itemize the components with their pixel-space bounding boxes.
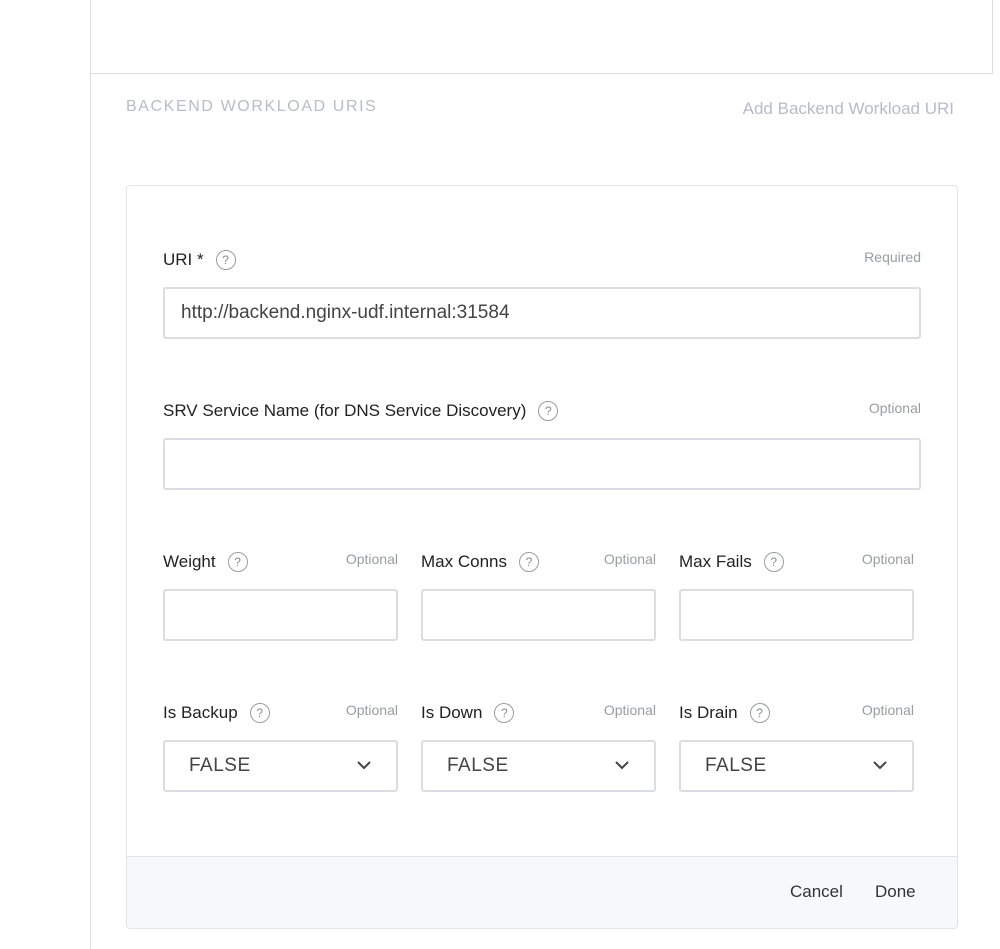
srv-service-name-input[interactable] [163,438,921,490]
add-backend-workload-uri-link[interactable]: Add Backend Workload URI [743,99,954,119]
is-drain-help-icon[interactable]: ? [749,703,770,723]
is-backup-help-icon[interactable]: ? [249,703,270,723]
is-backup-field: Is Backup? Optional FALSE [163,702,398,795]
is-drain-field: Is Drain? Optional FALSE [679,702,914,795]
srv-service-name-field: SRV Service Name (for DNS Service Discov… [163,400,921,493]
is-backup-label: Is Backup [163,703,238,722]
uri-required-hint: Required [864,249,921,265]
uri-field: URI *? Required http://backend.nginx-udf… [163,249,921,342]
is-down-select[interactable]: FALSE [421,740,656,792]
weight-label: Weight [163,552,216,571]
workload-uri-card: URI *? Required http://backend.nginx-udf… [126,185,958,929]
done-button[interactable]: Done [875,882,916,902]
srv-service-name-label: SRV Service Name (for DNS Service Discov… [163,401,527,420]
cancel-button[interactable]: Cancel [790,882,843,902]
chevron-down-icon [357,761,371,770]
max-fails-optional-hint: Optional [861,551,914,567]
card-footer: Cancel Done [127,856,957,928]
weight-optional-hint: Optional [345,551,398,567]
uri-help-icon[interactable]: ? [215,250,236,270]
panel-right-border [992,0,993,73]
weight-field: Weight? Optional [163,551,398,644]
max-conns-input[interactable] [421,589,656,641]
max-conns-field: Max Conns? Optional [421,551,656,644]
is-down-field: Is Down? Optional FALSE [421,702,656,795]
max-fails-label: Max Fails [679,552,752,571]
uri-input[interactable]: http://backend.nginx-udf.internal:31584 [163,287,921,339]
srv-help-icon[interactable]: ? [538,401,559,421]
is-backup-value: FALSE [189,755,251,776]
is-drain-select[interactable]: FALSE [679,740,914,792]
srv-optional-hint: Optional [868,400,921,416]
is-drain-value: FALSE [705,755,767,776]
weight-input[interactable] [163,589,398,641]
max-fails-field: Max Fails? Optional [679,551,914,644]
max-conns-help-icon[interactable]: ? [518,552,539,572]
section-title: BACKEND WORKLOAD URIS [126,98,378,115]
is-down-help-icon[interactable]: ? [494,703,515,723]
is-backup-select[interactable]: FALSE [163,740,398,792]
max-fails-help-icon[interactable]: ? [763,552,784,572]
panel-left-border [90,0,91,949]
section-divider [90,73,993,74]
is-backup-optional-hint: Optional [345,702,398,718]
weight-help-icon[interactable]: ? [227,552,248,572]
is-down-value: FALSE [447,755,509,776]
uri-label: URI * [163,250,204,269]
max-fails-input[interactable] [679,589,914,641]
chevron-down-icon [615,761,629,770]
is-drain-optional-hint: Optional [861,702,914,718]
is-down-optional-hint: Optional [603,702,656,718]
is-down-label: Is Down [421,703,483,722]
max-conns-label: Max Conns [421,552,507,571]
chevron-down-icon [873,761,887,770]
max-conns-optional-hint: Optional [603,551,656,567]
is-drain-label: Is Drain [679,703,738,722]
